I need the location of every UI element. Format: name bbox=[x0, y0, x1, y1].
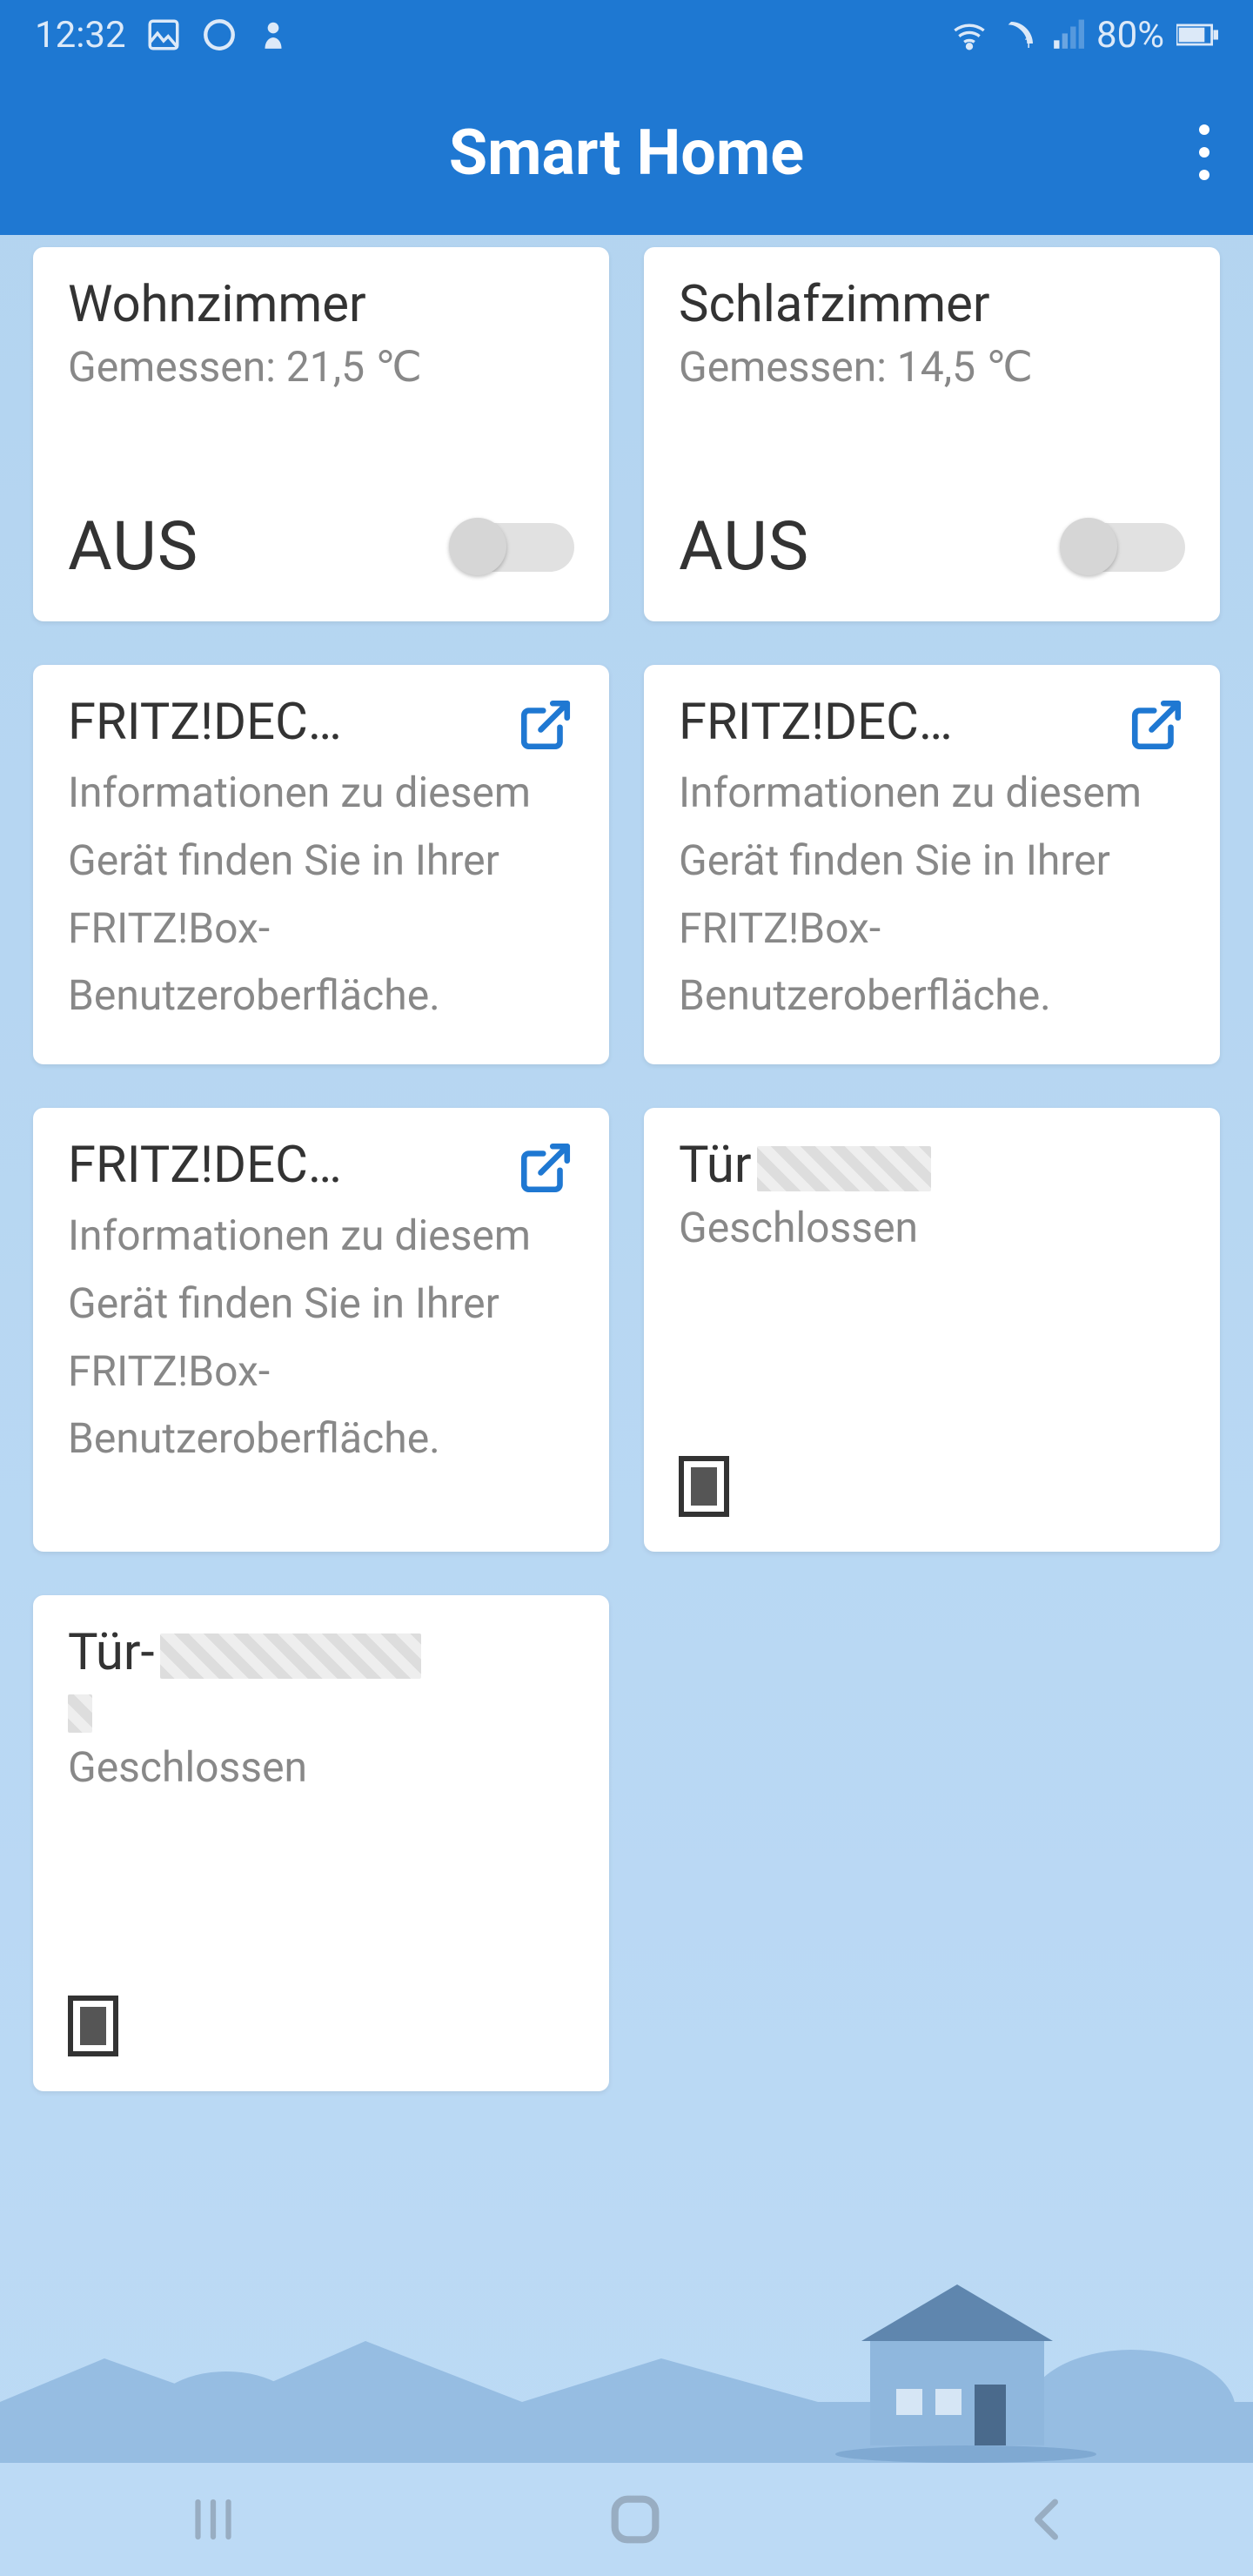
card-title: FRITZ!DEC… bbox=[68, 693, 342, 752]
clock: 12:32 bbox=[35, 14, 126, 57]
door-sensor-card[interactable]: Tür Geschlossen bbox=[644, 1108, 1220, 1552]
door-closed-icon bbox=[68, 1996, 118, 2056]
svg-text:1: 1 bbox=[1024, 36, 1032, 52]
card-description: Informationen zu diesem Gerät finden Sie… bbox=[68, 759, 574, 1030]
overflow-menu-button[interactable] bbox=[1199, 124, 1209, 180]
card-description: Informationen zu diesem Gerät finden Sie… bbox=[679, 759, 1185, 1030]
door-state: Geschlossen bbox=[679, 1200, 1185, 1257]
external-link-icon[interactable] bbox=[517, 696, 574, 754]
redacted-text bbox=[757, 1146, 931, 1191]
circle-icon bbox=[201, 17, 238, 53]
external-link-icon[interactable] bbox=[1128, 696, 1185, 754]
card-temperature: Gemessen: 21,5 ℃ bbox=[68, 339, 574, 396]
system-nav-bar bbox=[0, 2463, 1253, 2576]
device-info-card[interactable]: FRITZ!DEC… Informationen zu diesem Gerät… bbox=[644, 665, 1220, 1064]
card-title: FRITZ!DEC… bbox=[68, 1136, 342, 1195]
room-card-wohnzimmer[interactable]: Wohnzimmer Gemessen: 21,5 ℃ AUS bbox=[33, 247, 609, 621]
toggle-switch[interactable] bbox=[1063, 523, 1185, 572]
wifi-icon bbox=[950, 17, 988, 52]
page-title: Smart Home bbox=[449, 116, 804, 190]
battery-icon bbox=[1176, 22, 1218, 48]
card-grid: Wohnzimmer Gemessen: 21,5 ℃ AUS Schlafzi… bbox=[0, 235, 1253, 2091]
redacted-text bbox=[68, 1694, 92, 1733]
door-closed-icon bbox=[679, 1456, 729, 1517]
home-button[interactable] bbox=[605, 2489, 666, 2550]
back-button[interactable] bbox=[1022, 2489, 1075, 2550]
person-icon bbox=[257, 17, 290, 53]
battery-text: 80% bbox=[1096, 14, 1164, 57]
device-info-card[interactable]: FRITZ!DEC… Informationen zu diesem Gerät… bbox=[33, 665, 609, 1064]
signal-icon bbox=[1051, 18, 1084, 51]
card-title: Wohnzimmer bbox=[68, 275, 574, 334]
external-link-icon[interactable] bbox=[517, 1139, 574, 1197]
recents-button[interactable] bbox=[178, 2493, 248, 2546]
card-title: FRITZ!DEC… bbox=[679, 693, 953, 752]
card-title: Tür bbox=[679, 1136, 1185, 1195]
door-state: Geschlossen bbox=[68, 1740, 574, 1796]
house-scenery-illustration bbox=[0, 2237, 1253, 2463]
picture-icon bbox=[145, 17, 182, 53]
card-title: Tür- bbox=[68, 1623, 574, 1682]
status-bar: 12:32 1 80% bbox=[0, 0, 1253, 70]
card-temperature: Gemessen: 14,5 ℃ bbox=[679, 339, 1185, 396]
redacted-text bbox=[160, 1633, 421, 1679]
card-description: Informationen zu diesem Gerät finden Sie… bbox=[68, 1202, 574, 1472]
app-bar: Smart Home bbox=[0, 70, 1253, 235]
toggle-switch[interactable] bbox=[452, 523, 574, 572]
door-sensor-card[interactable]: Tür- Geschlossen bbox=[33, 1595, 609, 2091]
wifi-call-icon: 1 bbox=[1001, 17, 1039, 52]
device-info-card[interactable]: FRITZ!DEC… Informationen zu diesem Gerät… bbox=[33, 1108, 609, 1552]
switch-state-label: AUS bbox=[679, 507, 809, 587]
room-card-schlafzimmer[interactable]: Schlafzimmer Gemessen: 14,5 ℃ AUS bbox=[644, 247, 1220, 621]
card-title: Schlafzimmer bbox=[679, 275, 1185, 334]
switch-state-label: AUS bbox=[68, 507, 198, 587]
